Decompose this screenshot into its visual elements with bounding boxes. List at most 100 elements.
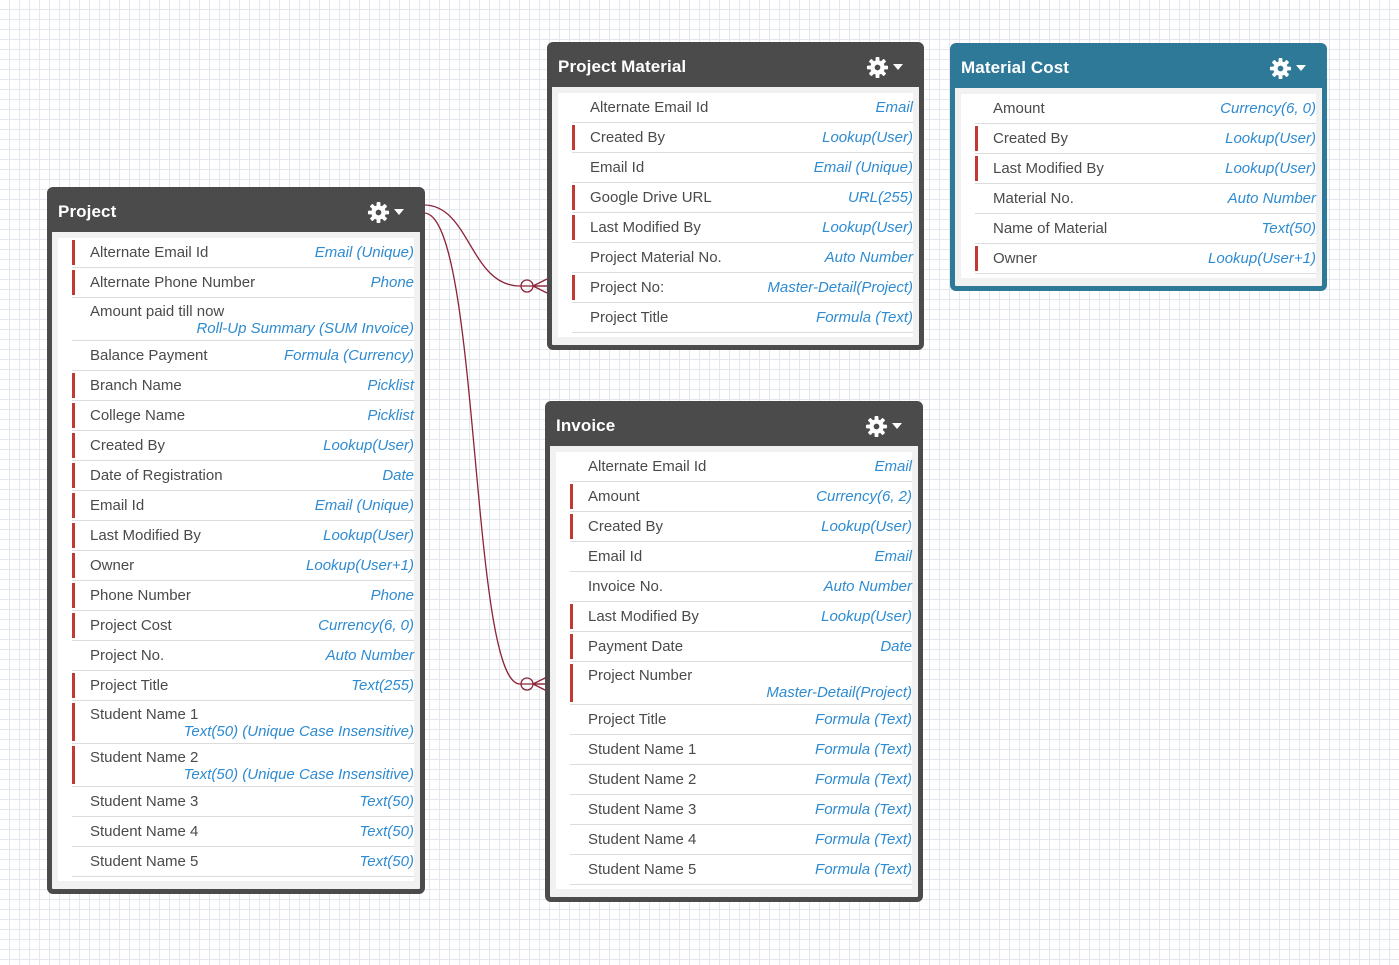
field-row[interactable]: Email Id Email <box>570 542 912 572</box>
field-row[interactable]: Email Id Email (Unique) <box>72 491 414 521</box>
field-row[interactable]: Project No: Master-Detail(Project) <box>572 273 913 303</box>
object-card-project-material[interactable]: Project Material Alternate Email Id Email C… <box>547 42 924 350</box>
field-name: Project Title <box>90 677 169 694</box>
field-row[interactable]: Created By Lookup(User) <box>975 124 1316 154</box>
settings-menu-button[interactable] <box>866 56 903 79</box>
field-type: Formula (Currency) <box>283 347 414 364</box>
field-name: Owner <box>90 557 135 574</box>
field-row[interactable]: Student Name 2 Text(50) (Unique Case Inse… <box>72 744 414 787</box>
field-row[interactable]: Project Title Formula (Text) <box>570 705 912 735</box>
field-row[interactable]: Student Name 1 Formula (Text) <box>570 735 912 765</box>
settings-menu-button[interactable] <box>367 201 404 224</box>
field-type: Currency(6, 0) <box>318 617 414 634</box>
field-type: Formula (Text) <box>815 861 912 878</box>
field-row[interactable]: Owner Lookup(User+1) <box>72 551 414 581</box>
object-header[interactable]: Project <box>52 192 420 232</box>
field-row[interactable]: Project Cost Currency(6, 0) <box>72 611 414 641</box>
field-row[interactable]: Alternate Email Id Email <box>570 452 912 482</box>
field-type: Lookup(User) <box>821 518 912 535</box>
field-row[interactable]: Amount Currency(6, 0) <box>975 94 1316 124</box>
field-name: Balance Payment <box>90 347 208 364</box>
object-header[interactable]: Invoice <box>550 406 918 446</box>
field-type: Date <box>880 638 912 655</box>
field-row[interactable]: Balance Payment Formula (Currency) <box>72 341 414 371</box>
field-row[interactable]: Student Name 2 Formula (Text) <box>570 765 912 795</box>
field-row[interactable]: Student Name 3 Text(50) <box>72 787 414 817</box>
gear-icon <box>865 415 888 437</box>
field-name: Created By <box>588 518 664 535</box>
field-type: Formula (Text) <box>815 831 912 848</box>
field-row[interactable]: Google Drive URL URL(255) <box>572 183 913 213</box>
field-row[interactable]: Email Id Email (Unique) <box>572 153 913 183</box>
field-row[interactable]: Project Title Text(255) <box>72 671 414 701</box>
field-row[interactable]: Student Name 5 Text(50) <box>72 847 414 877</box>
caret-down-icon <box>1296 65 1306 71</box>
field-row[interactable]: Amount Currency(6, 2) <box>570 482 912 512</box>
object-title: Material Cost <box>961 58 1070 77</box>
field-row[interactable]: Alternate Email Id Email (Unique) <box>72 238 414 268</box>
field-row[interactable]: Created By Lookup(User) <box>570 512 912 542</box>
settings-menu-button[interactable] <box>1269 57 1306 80</box>
object-card-material-cost[interactable]: Material Cost Amount Currency(6, 0) Created… <box>950 43 1327 291</box>
field-type: Lookup(User+1) <box>306 557 414 574</box>
field-row[interactable]: Owner Lookup(User+1) <box>975 244 1316 274</box>
field-name: Email Id <box>590 159 645 176</box>
field-type: Text(50) <box>359 853 414 870</box>
field-type: Auto Number <box>325 647 414 664</box>
field-row[interactable]: Last Modified By Lookup(User) <box>570 602 912 632</box>
object-card-project[interactable]: Project Alternate Email Id Email (Unique) A… <box>47 187 425 894</box>
field-list: Alternate Email Id Email Created By Lookup(… <box>558 93 913 337</box>
field-row[interactable]: Student Name 3 Formula (Text) <box>570 795 912 825</box>
field-type: Email <box>875 99 913 116</box>
object-header[interactable]: Project Material <box>552 47 919 87</box>
object-title: Project Material <box>558 57 687 76</box>
field-row[interactable]: Material No. Auto Number <box>975 184 1316 214</box>
field-row[interactable]: Student Name 1 Text(50) (Unique Case Inse… <box>72 701 414 744</box>
crowfoot-many-marker <box>532 278 548 294</box>
caret-down-icon <box>892 423 902 429</box>
object-title: Project <box>58 202 117 221</box>
field-row[interactable]: Project Number Master-Detail(Project) <box>570 662 912 705</box>
field-type: Email <box>874 548 912 565</box>
field-row[interactable]: Created By Lookup(User) <box>72 431 414 461</box>
field-row[interactable]: Phone Number Phone <box>72 581 414 611</box>
field-list: Alternate Email Id Email Amount Currency(6,… <box>556 452 912 889</box>
field-name: Student Name 2 <box>90 749 199 766</box>
field-row[interactable]: Student Name 4 Text(50) <box>72 817 414 847</box>
field-row[interactable]: Branch Name Picklist <box>72 371 414 401</box>
field-name: Last Modified By <box>90 527 201 544</box>
field-name: Material No. <box>993 190 1074 207</box>
field-name: Branch Name <box>90 377 182 394</box>
field-row[interactable]: Date of Registration Date <box>72 461 414 491</box>
field-row[interactable]: Student Name 4 Formula (Text) <box>570 825 912 855</box>
field-type: Text(50) <box>359 823 414 840</box>
field-name: Date of Registration <box>90 467 223 484</box>
field-row[interactable]: Payment Date Date <box>570 632 912 662</box>
field-row[interactable]: Alternate Phone Number Phone <box>72 268 414 298</box>
field-row[interactable]: Last Modified By Lookup(User) <box>72 521 414 551</box>
settings-menu-button[interactable] <box>865 415 902 438</box>
object-header[interactable]: Material Cost <box>955 48 1322 88</box>
field-row[interactable]: Amount paid till now Roll-Up Summary (SUM… <box>72 298 414 341</box>
field-row[interactable]: Last Modified By Lookup(User) <box>975 154 1316 184</box>
field-row[interactable]: Created By Lookup(User) <box>572 123 913 153</box>
field-type: Date <box>382 467 414 484</box>
field-row[interactable]: Project Material No. Auto Number <box>572 243 913 273</box>
field-row[interactable]: Alternate Email Id Email <box>572 93 913 123</box>
field-row[interactable]: Name of Material Text(50) <box>975 214 1316 244</box>
field-type: Formula (Text) <box>815 711 912 728</box>
field-name: Student Name 3 <box>90 793 199 810</box>
field-row[interactable]: Last Modified By Lookup(User) <box>572 213 913 243</box>
field-row[interactable]: Project No. Auto Number <box>72 641 414 671</box>
field-name: Project Number <box>588 667 693 684</box>
field-type: Lookup(User) <box>323 437 414 454</box>
field-row[interactable]: Invoice No. Auto Number <box>570 572 912 602</box>
field-type: Formula (Text) <box>815 771 912 788</box>
field-name: Last Modified By <box>590 219 701 236</box>
field-name: Alternate Email Id <box>90 244 209 261</box>
field-type: Auto Number <box>824 249 913 266</box>
field-row[interactable]: Project Title Formula (Text) <box>572 303 913 333</box>
field-row[interactable]: Student Name 5 Formula (Text) <box>570 855 912 885</box>
object-card-invoice[interactable]: Invoice Alternate Email Id Email Amount Curr… <box>545 401 923 902</box>
field-row[interactable]: College Name Picklist <box>72 401 414 431</box>
